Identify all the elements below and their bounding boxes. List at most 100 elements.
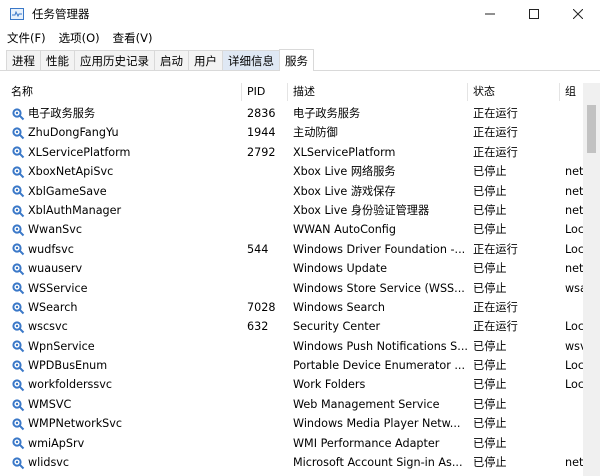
service-description: XLServicePlatform — [293, 145, 396, 159]
service-pid — [247, 395, 291, 414]
service-name: ZhuDongFangYu — [28, 126, 119, 140]
tab-processes[interactable]: 进程 — [6, 50, 41, 70]
service-name: WMPNetworkSvc — [28, 417, 123, 431]
service-name: wudfsvc — [28, 242, 74, 256]
service-name: WMSVC — [28, 397, 72, 411]
table-body: 电子政务服务 2836 电子政务服务 正在运行 ZhuDongFangYu 1944 主动防… — [6, 104, 600, 472]
service-name: wmiApSrv — [28, 436, 85, 450]
tab-app-history[interactable]: 应用历史记录 — [74, 50, 155, 70]
table-row[interactable]: WMPNetworkSvc Windows Media Player Netw..… — [6, 414, 600, 433]
maximize-icon — [529, 9, 539, 19]
table-row[interactable]: ZhuDongFangYu 1944 主动防御 正在运行 — [6, 123, 600, 142]
service-name-cell: wuauserv — [6, 259, 242, 278]
service-pid — [247, 220, 291, 239]
service-pid: 1944 — [247, 126, 276, 140]
close-icon — [573, 9, 583, 19]
service-pid — [247, 337, 291, 356]
table-row[interactable]: wlidsvc Microsoft Account Sign-in As... 已停… — [6, 453, 600, 472]
column-header-name[interactable]: 名称 — [6, 83, 242, 101]
service-description: Windows Store Service (WSS... — [293, 281, 465, 295]
menu-options[interactable]: 选项(O) — [59, 30, 100, 46]
table-row[interactable]: workfolderssvc Work Folders 已停止 Loc — [6, 375, 600, 394]
service-name-cell: workfolderssvc — [6, 375, 242, 394]
tab-performance[interactable]: 性能 — [40, 50, 75, 70]
column-header-description[interactable]: 描述 — [288, 83, 468, 101]
table-row[interactable]: XblAuthManager Xbox Live 身份验证管理器 已停止 net — [6, 201, 600, 220]
minimize-icon — [485, 13, 495, 15]
service-description: Windows Search — [293, 300, 385, 314]
table-row[interactable]: WwanSvc WWAN AutoConfig 已停止 Loc — [6, 220, 600, 239]
table-row[interactable]: WMSVC Web Management Service 已停止 — [6, 395, 600, 414]
service-name-cell: wlidsvc — [6, 453, 242, 472]
service-name-cell: XblGameSave — [6, 182, 242, 201]
service-name-cell: wudfsvc — [6, 240, 242, 259]
table-row[interactable]: wuauserv Windows Update 已停止 net — [6, 259, 600, 278]
service-status: 正在运行 — [473, 107, 518, 120]
table-row[interactable]: wudfsvc 544 Windows Driver Foundation -...… — [6, 240, 600, 259]
table-row[interactable]: XboxNetApiSvc Xbox Live 网络服务 已停止 net — [6, 162, 600, 181]
tab-startup[interactable]: 启动 — [154, 50, 189, 70]
service-pid — [247, 434, 291, 453]
service-name: XboxNetApiSvc — [28, 165, 114, 179]
column-header-status[interactable]: 状态 — [468, 83, 560, 101]
table-row[interactable]: XLServicePlatform 2792 XLServicePlatform 正在… — [6, 143, 600, 162]
service-name: 电子政务服务 — [28, 107, 96, 120]
scrollbar-thumb[interactable] — [587, 105, 596, 153]
vertical-scrollbar[interactable] — [583, 83, 600, 476]
maximize-button[interactable] — [512, 0, 556, 28]
service-name-cell: WwanSvc — [6, 220, 242, 239]
gear-icon — [12, 340, 25, 353]
menu-view[interactable]: 查看(V) — [113, 30, 153, 46]
gear-icon — [12, 108, 25, 120]
table-row[interactable]: WpnService Windows Push Notifications S..… — [6, 337, 600, 356]
service-name: WSService — [28, 281, 88, 295]
service-name-cell: XblAuthManager — [6, 201, 242, 220]
table-row[interactable]: wmiApSrv WMI Performance Adapter 已停止 — [6, 434, 600, 453]
table-header: 名称 PID 描述 状态 组 — [6, 83, 600, 101]
services-table: 名称 PID 描述 状态 组 电子政务服务 2836 电子政务服务 正在运行 ZhuDo… — [6, 83, 600, 476]
service-status: 已停止 — [473, 436, 507, 450]
service-status: 正在运行 — [473, 242, 518, 256]
service-description: 电子政务服务 — [293, 107, 361, 120]
service-description: Microsoft Account Sign-in As... — [293, 456, 463, 470]
gear-icon — [12, 437, 25, 450]
tab-bar: 进程 性能 应用历史记录 启动 用户 详细信息 服务 — [0, 49, 600, 71]
service-pid — [247, 162, 291, 181]
menu-file[interactable]: 文件(F) — [7, 30, 46, 46]
service-description: Security Center — [293, 320, 381, 334]
service-pid: 2792 — [247, 145, 276, 159]
service-pid — [247, 356, 291, 375]
service-description: WWAN AutoConfig — [293, 223, 396, 237]
tab-details[interactable]: 详细信息 — [222, 50, 280, 70]
service-pid — [247, 259, 291, 278]
service-pid — [247, 279, 291, 298]
service-status: 已停止 — [473, 223, 507, 237]
tab-users[interactable]: 用户 — [188, 50, 223, 70]
minimize-button[interactable] — [468, 0, 512, 28]
table-row[interactable]: WSearch 7028 Windows Search 正在运行 — [6, 298, 600, 317]
service-description: Portable Device Enumerator ... — [293, 359, 466, 373]
service-description: Windows Update — [293, 262, 388, 276]
table-row[interactable]: WPDBusEnum Portable Device Enumerator ...… — [6, 356, 600, 375]
service-description: WMI Performance Adapter — [293, 436, 440, 450]
close-button[interactable] — [556, 0, 600, 28]
table-row[interactable]: XblGameSave Xbox Live 游戏保存 已停止 net — [6, 182, 600, 201]
service-status: 已停止 — [473, 359, 507, 373]
table-row[interactable]: 电子政务服务 2836 电子政务服务 正在运行 — [6, 104, 600, 123]
tab-services[interactable]: 服务 — [279, 49, 314, 71]
service-name: XblGameSave — [28, 184, 107, 198]
column-header-pid[interactable]: PID — [242, 83, 288, 101]
gear-icon — [12, 263, 25, 276]
gear-icon — [12, 205, 25, 217]
table-row[interactable]: WSService Windows Store Service (WSS... 已停… — [6, 279, 600, 298]
task-manager-icon — [9, 6, 25, 22]
service-status: 已停止 — [473, 165, 507, 179]
service-status: 正在运行 — [473, 300, 518, 314]
service-name-cell: WPDBusEnum — [6, 356, 242, 375]
title-bar[interactable]: 任务管理器 — [0, 0, 600, 28]
service-name-cell: WpnService — [6, 337, 242, 356]
service-status: 已停止 — [473, 339, 507, 353]
service-name-cell: wmiApSrv — [6, 434, 242, 453]
gear-icon — [12, 224, 25, 237]
table-row[interactable]: wscsvc 632 Security Center 正在运行 Loc — [6, 317, 600, 336]
